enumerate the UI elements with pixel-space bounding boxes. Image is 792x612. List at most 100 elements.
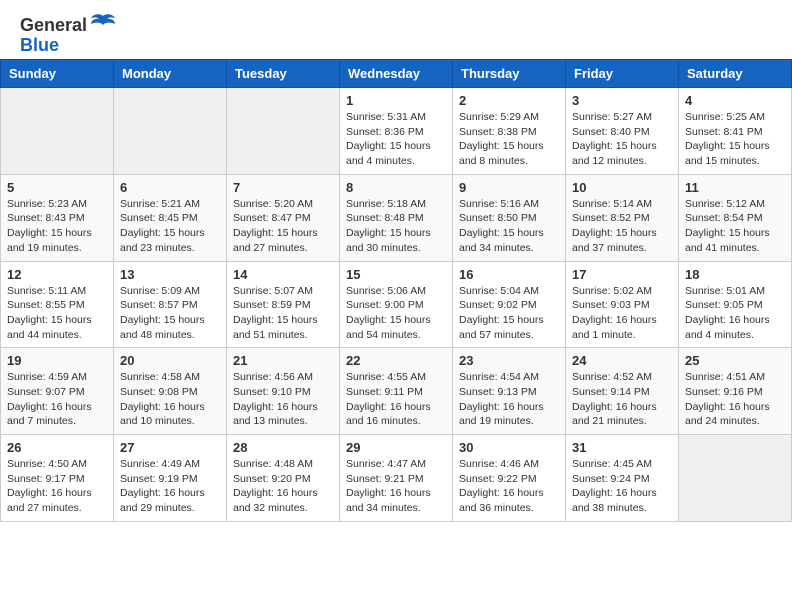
day-number: 22 [346, 353, 446, 368]
day-number: 8 [346, 180, 446, 195]
day-number: 5 [7, 180, 107, 195]
calendar-week-row: 12 Sunrise: 5:11 AM Sunset: 8:55 PM Dayli… [1, 261, 792, 348]
day-number: 1 [346, 93, 446, 108]
calendar-cell: 7Sunrise: 5:20 AM Sunset: 8:47 PM Daylig… [227, 174, 340, 261]
day-info: Sunrise: 4:49 AM Sunset: 9:19 PM Dayligh… [120, 457, 220, 516]
calendar-header-row: Sunday Monday Tuesday Wednesday Thursday… [1, 60, 792, 88]
day-info: Sunrise: 5:04 AM Sunset: 9:02 PM Dayligh… [459, 284, 559, 343]
calendar-cell: 29 Sunrise: 4:47 AM Sunset: 9:21 PM Dayli… [340, 435, 453, 522]
day-number: 31 [572, 440, 672, 455]
calendar-week-row: 26 Sunrise: 4:50 AM Sunset: 9:17 PM Dayli… [1, 435, 792, 522]
col-friday: Friday [566, 60, 679, 88]
day-info: Sunrise: 5:07 AM Sunset: 8:59 PM Dayligh… [233, 284, 333, 343]
calendar-cell: 17Sunrise: 5:02 AM Sunset: 9:03 PM Dayli… [566, 261, 679, 348]
calendar-cell: 1 Sunrise: 5:31 AM Sunset: 8:36 PM Daylig… [340, 88, 453, 175]
day-info: Sunrise: 4:59 AM Sunset: 9:07 PM Dayligh… [7, 370, 107, 429]
day-info: Sunrise: 5:14 AM Sunset: 8:52 PM Dayligh… [572, 197, 672, 256]
day-number: 11 [685, 180, 785, 195]
calendar-cell: 8 Sunrise: 5:18 AM Sunset: 8:48 PM Daylig… [340, 174, 453, 261]
calendar-cell [679, 435, 792, 522]
calendar-cell: 9 Sunrise: 5:16 AM Sunset: 8:50 PM Daylig… [453, 174, 566, 261]
logo-bird-icon [89, 13, 117, 35]
col-monday: Monday [114, 60, 227, 88]
day-info: Sunrise: 4:52 AM Sunset: 9:14 PM Dayligh… [572, 370, 672, 429]
calendar-cell: 28 Sunrise: 4:48 AM Sunset: 9:20 PM Dayli… [227, 435, 340, 522]
calendar-cell: 23Sunrise: 4:54 AM Sunset: 9:13 PM Dayli… [453, 348, 566, 435]
calendar-cell: 19Sunrise: 4:59 AM Sunset: 9:07 PM Dayli… [1, 348, 114, 435]
calendar-cell: 10 Sunrise: 5:14 AM Sunset: 8:52 PM Dayli… [566, 174, 679, 261]
calendar-cell: 30 Sunrise: 4:46 AM Sunset: 9:22 PM Dayli… [453, 435, 566, 522]
day-number: 14 [233, 267, 333, 282]
day-info: Sunrise: 4:47 AM Sunset: 9:21 PM Dayligh… [346, 457, 446, 516]
day-info: Sunrise: 5:23 AM Sunset: 8:43 PM Dayligh… [7, 197, 107, 256]
calendar-cell: 11 Sunrise: 5:12 AM Sunset: 8:54 PM Dayli… [679, 174, 792, 261]
calendar-cell [114, 88, 227, 175]
day-info: Sunrise: 5:06 AM Sunset: 9:00 PM Dayligh… [346, 284, 446, 343]
day-number: 12 [7, 267, 107, 282]
day-info: Sunrise: 4:51 AM Sunset: 9:16 PM Dayligh… [685, 370, 785, 429]
day-number: 21 [233, 353, 333, 368]
calendar-cell: 5 Sunrise: 5:23 AM Sunset: 8:43 PM Daylig… [1, 174, 114, 261]
day-info: Sunrise: 4:58 AM Sunset: 9:08 PM Dayligh… [120, 370, 220, 429]
day-number: 18 [685, 267, 785, 282]
calendar-cell: 15 Sunrise: 5:06 AM Sunset: 9:00 PM Dayli… [340, 261, 453, 348]
day-number: 2 [459, 93, 559, 108]
day-number: 26 [7, 440, 107, 455]
day-number: 3 [572, 93, 672, 108]
calendar-week-row: 5 Sunrise: 5:23 AM Sunset: 8:43 PM Daylig… [1, 174, 792, 261]
calendar-cell: 22 Sunrise: 4:55 AM Sunset: 9:11 PM Dayli… [340, 348, 453, 435]
calendar-cell: 14 Sunrise: 5:07 AM Sunset: 8:59 PM Dayli… [227, 261, 340, 348]
calendar-cell: 18 Sunrise: 5:01 AM Sunset: 9:05 PM Dayli… [679, 261, 792, 348]
col-thursday: Thursday [453, 60, 566, 88]
day-number: 10 [572, 180, 672, 195]
day-number: 24 [572, 353, 672, 368]
calendar-cell: 27 Sunrise: 4:49 AM Sunset: 9:19 PM Dayli… [114, 435, 227, 522]
day-info: Sunrise: 5:16 AM Sunset: 8:50 PM Dayligh… [459, 197, 559, 256]
day-number: 30 [459, 440, 559, 455]
day-number: 27 [120, 440, 220, 455]
calendar-cell: 3 Sunrise: 5:27 AM Sunset: 8:40 PM Daylig… [566, 88, 679, 175]
col-wednesday: Wednesday [340, 60, 453, 88]
day-number: 15 [346, 267, 446, 282]
day-number: 25 [685, 353, 785, 368]
day-info: Sunrise: 5:31 AM Sunset: 8:36 PM Dayligh… [346, 110, 446, 169]
day-number: 6 [120, 180, 220, 195]
day-info: Sunrise: 4:56 AM Sunset: 9:10 PM Dayligh… [233, 370, 333, 429]
calendar-cell: 4Sunrise: 5:25 AM Sunset: 8:41 PM Daylig… [679, 88, 792, 175]
col-saturday: Saturday [679, 60, 792, 88]
day-info: Sunrise: 5:01 AM Sunset: 9:05 PM Dayligh… [685, 284, 785, 343]
calendar-cell: 16Sunrise: 5:04 AM Sunset: 9:02 PM Dayli… [453, 261, 566, 348]
day-info: Sunrise: 5:09 AM Sunset: 8:57 PM Dayligh… [120, 284, 220, 343]
day-info: Sunrise: 5:29 AM Sunset: 8:38 PM Dayligh… [459, 110, 559, 169]
calendar-week-row: 19Sunrise: 4:59 AM Sunset: 9:07 PM Dayli… [1, 348, 792, 435]
calendar-cell: 2 Sunrise: 5:29 AM Sunset: 8:38 PM Daylig… [453, 88, 566, 175]
calendar-cell: 20Sunrise: 4:58 AM Sunset: 9:08 PM Dayli… [114, 348, 227, 435]
day-number: 29 [346, 440, 446, 455]
col-sunday: Sunday [1, 60, 114, 88]
day-info: Sunrise: 5:18 AM Sunset: 8:48 PM Dayligh… [346, 197, 446, 256]
day-info: Sunrise: 4:50 AM Sunset: 9:17 PM Dayligh… [7, 457, 107, 516]
calendar-cell: 24 Sunrise: 4:52 AM Sunset: 9:14 PM Dayli… [566, 348, 679, 435]
day-info: Sunrise: 4:55 AM Sunset: 9:11 PM Dayligh… [346, 370, 446, 429]
day-info: Sunrise: 4:46 AM Sunset: 9:22 PM Dayligh… [459, 457, 559, 516]
day-number: 28 [233, 440, 333, 455]
day-info: Sunrise: 5:20 AM Sunset: 8:47 PM Dayligh… [233, 197, 333, 256]
calendar-table: Sunday Monday Tuesday Wednesday Thursday… [0, 59, 792, 522]
day-info: Sunrise: 4:45 AM Sunset: 9:24 PM Dayligh… [572, 457, 672, 516]
col-tuesday: Tuesday [227, 60, 340, 88]
day-number: 9 [459, 180, 559, 195]
day-info: Sunrise: 5:02 AM Sunset: 9:03 PM Dayligh… [572, 284, 672, 343]
day-info: Sunrise: 5:12 AM Sunset: 8:54 PM Dayligh… [685, 197, 785, 256]
calendar-week-row: 1 Sunrise: 5:31 AM Sunset: 8:36 PM Daylig… [1, 88, 792, 175]
logo-blue-text: Blue [20, 36, 59, 54]
logo: General Blue [20, 15, 117, 54]
calendar-cell: 12 Sunrise: 5:11 AM Sunset: 8:55 PM Dayli… [1, 261, 114, 348]
calendar-cell: 6Sunrise: 5:21 AM Sunset: 8:45 PM Daylig… [114, 174, 227, 261]
day-info: Sunrise: 5:27 AM Sunset: 8:40 PM Dayligh… [572, 110, 672, 169]
day-info: Sunrise: 4:48 AM Sunset: 9:20 PM Dayligh… [233, 457, 333, 516]
calendar-cell: 26 Sunrise: 4:50 AM Sunset: 9:17 PM Dayli… [1, 435, 114, 522]
calendar-cell: 31 Sunrise: 4:45 AM Sunset: 9:24 PM Dayli… [566, 435, 679, 522]
calendar-cell: 25 Sunrise: 4:51 AM Sunset: 9:16 PM Dayli… [679, 348, 792, 435]
day-info: Sunrise: 5:11 AM Sunset: 8:55 PM Dayligh… [7, 284, 107, 343]
logo-general-text: General [20, 15, 87, 36]
